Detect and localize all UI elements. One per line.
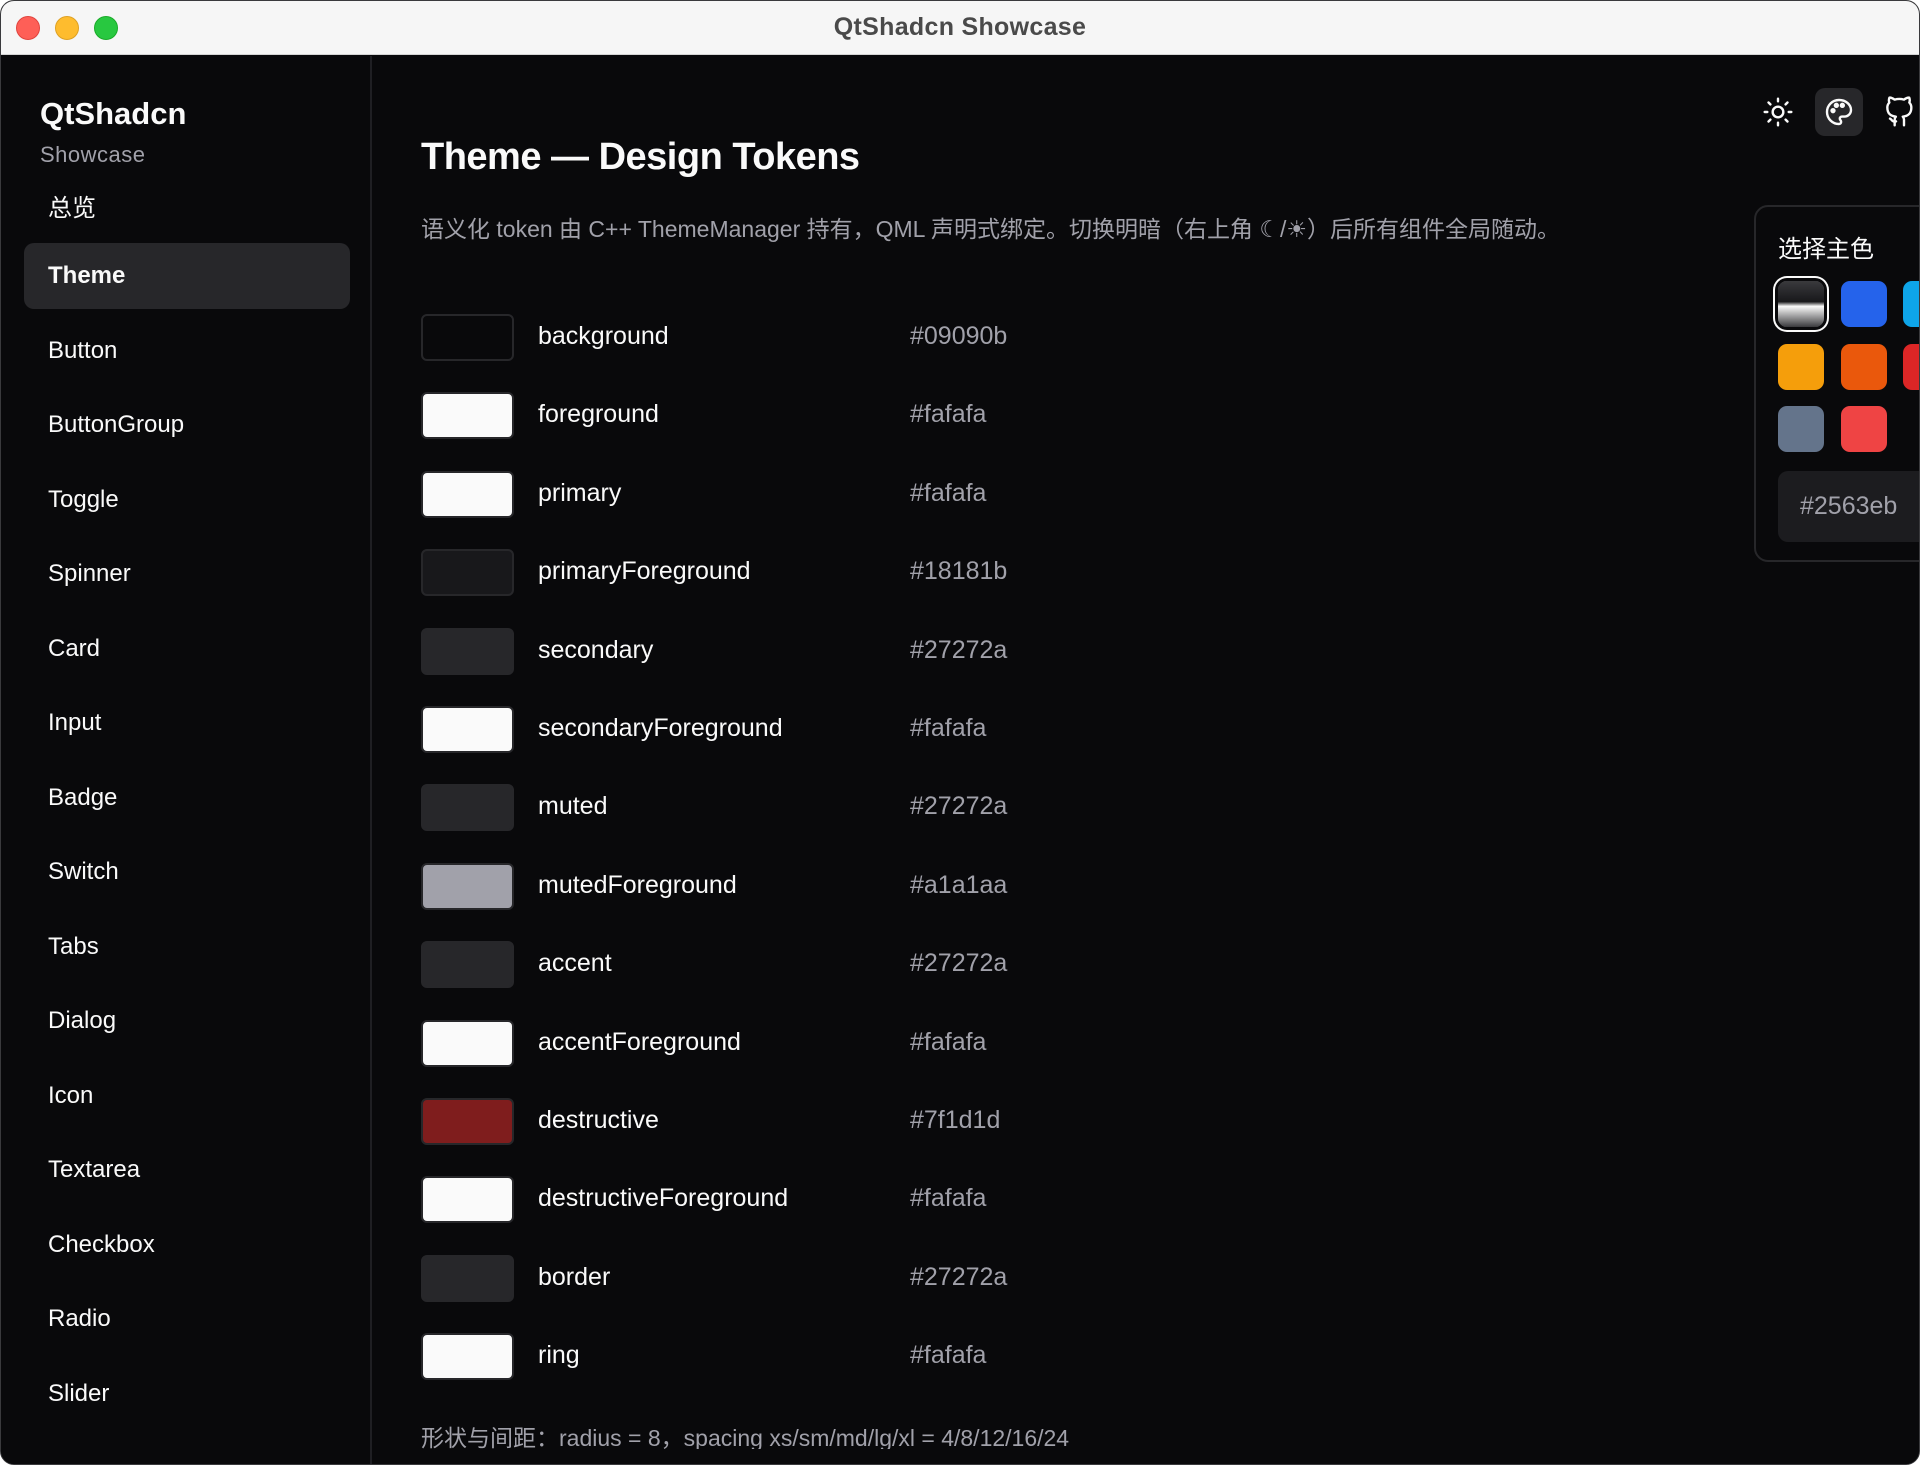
sidebar-nav: Theme Button ButtonGroup Toggle Spinner Card I… (24, 243, 350, 1435)
token-swatch (421, 941, 514, 989)
token-hex-value: #a1a1aa (910, 870, 1008, 899)
token-swatch (421, 549, 514, 597)
token-swatch (421, 1097, 514, 1145)
token-name: foreground (538, 400, 659, 429)
token-hex-value: #09090b (910, 322, 1008, 350)
token-swatch (421, 392, 514, 440)
token-hex-value: #fafafa (910, 478, 987, 507)
window-title: QtShadcn Showcase (833, 13, 1087, 41)
token-swatch (421, 1176, 514, 1224)
token-swatch (421, 1254, 514, 1302)
sidebar-item-tabs[interactable]: Tabs (24, 914, 350, 980)
token-swatch (421, 784, 514, 832)
sidebar-item-spinner[interactable]: Spinner (24, 541, 350, 607)
token-swatch (421, 1019, 514, 1067)
color-picker-popover: 选择主色 应用 (1754, 205, 1919, 562)
sidebar-item-radio[interactable]: Radio (24, 1286, 350, 1352)
sidebar-item-button[interactable]: Button (24, 318, 350, 384)
github-button[interactable] (1876, 88, 1919, 136)
color-swatch-option[interactable] (1778, 406, 1824, 452)
token-name: secondary (538, 635, 654, 664)
sidebar-item-checkbox[interactable]: Checkbox (24, 1212, 350, 1278)
token-hex-value: #fafafa (910, 400, 987, 429)
color-swatch-option[interactable] (1778, 343, 1824, 390)
token-swatch (421, 314, 514, 361)
token-name: destructiveForeground (538, 1184, 789, 1213)
token-swatch (421, 627, 514, 675)
token-hex-value: #27272a (910, 1262, 1008, 1291)
token-hex-value: #7f1d1d (910, 1105, 1001, 1134)
token-name: primaryForeground (538, 557, 751, 586)
color-swatch-option[interactable] (1903, 281, 1919, 327)
token-hex-value: #18181b (910, 557, 1008, 586)
brand-title: QtShadcn (40, 96, 187, 131)
palette-icon (1825, 98, 1853, 126)
popover-title: 选择主色 (1778, 236, 1874, 263)
sun-icon (1763, 97, 1793, 127)
color-swatch-option[interactable] (1778, 281, 1824, 327)
token-hex-value: #fafafa (910, 713, 987, 742)
brand-subtitle: Showcase (40, 142, 146, 167)
token-name: secondaryForeground (538, 713, 783, 742)
token-hex-value: #27272a (910, 792, 1008, 821)
token-name: muted (538, 792, 608, 821)
github-icon (1886, 96, 1913, 127)
color-swatch-option[interactable] (1840, 281, 1887, 327)
sidebar-item-icon[interactable]: Icon (24, 1063, 350, 1129)
app-window: QtShadcn Showcase QtShadcn Showcase 总览 T… (0, 0, 1920, 1465)
token-name: primary (538, 478, 622, 507)
token-hex-value: #fafafa (910, 1027, 987, 1056)
palette-button[interactable] (1815, 88, 1863, 136)
sidebar-item-buttongroup[interactable]: ButtonGroup (24, 392, 350, 458)
token-hex-value: #fafafa (910, 1341, 987, 1370)
token-swatch (421, 1333, 514, 1381)
token-swatch (421, 705, 514, 753)
token-hex-value: #fafafa (910, 1184, 987, 1213)
sidebar-item-slider[interactable]: Slider (24, 1361, 350, 1427)
color-swatch-option[interactable] (1840, 343, 1887, 390)
token-swatch (421, 862, 514, 910)
sidebar-item-overview[interactable]: 总览 (48, 188, 96, 223)
sidebar-item-badge[interactable]: Badge (24, 765, 350, 831)
token-name: mutedForeground (538, 870, 737, 899)
theme-toggle-button[interactable] (1754, 88, 1802, 136)
token-name: ring (538, 1341, 580, 1370)
sidebar-item-input[interactable]: Input (24, 690, 350, 756)
sidebar-item-toggle[interactable]: Toggle (24, 467, 350, 533)
sidebar-item-switch[interactable]: Switch (24, 839, 350, 905)
sidebar-item-dialog[interactable]: Dialog (24, 988, 350, 1054)
main-content: Theme — Design Tokens 语义化 token 由 C++ Th… (374, 56, 1919, 1464)
page-title: Theme — Design Tokens (421, 136, 860, 178)
sidebar-item-theme[interactable]: Theme (24, 243, 350, 309)
token-hex-value: #27272a (910, 635, 1008, 664)
footer-note: 形状与间距：radius = 8，spacing xs/sm/md/lg/xl … (421, 1425, 1070, 1449)
token-name: accentForeground (538, 1027, 741, 1056)
token-name: accent (538, 949, 612, 978)
page-description: 语义化 token 由 C++ ThemeManager 持有，QML 声明式绑… (421, 216, 1561, 242)
color-swatch-option[interactable] (1840, 406, 1887, 452)
token-hex-value: #27272a (910, 949, 1008, 978)
token-name: border (538, 1262, 611, 1291)
hex-color-input[interactable] (1778, 471, 1919, 542)
sidebar-item-card[interactable]: Card (24, 616, 350, 682)
title-bar: QtShadcn Showcase (1, 1, 1919, 55)
token-name: background (538, 322, 669, 350)
token-name: destructive (538, 1105, 659, 1134)
token-swatch (421, 470, 514, 518)
sidebar: QtShadcn Showcase 总览 Theme Button ButtonGr… (1, 56, 372, 1464)
color-swatch-option[interactable] (1903, 343, 1919, 390)
sidebar-item-textarea[interactable]: Textarea (24, 1137, 350, 1203)
